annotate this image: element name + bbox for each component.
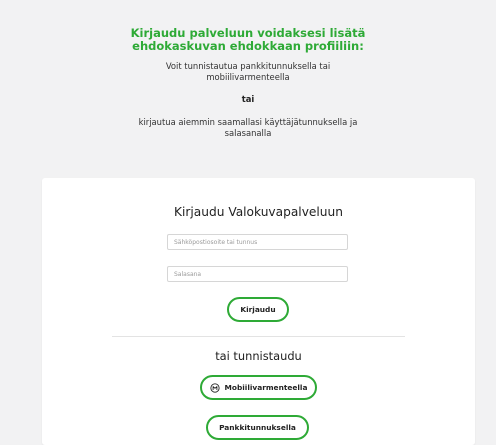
mobile-certificate-button-label: Mobiilivarmenteella: [224, 383, 308, 392]
bank-id-button-label: Pankkitunnuksella: [219, 423, 296, 432]
mobile-certificate-button[interactable]: Mobiilivarmenteella: [200, 375, 317, 400]
email-field[interactable]: [167, 234, 348, 250]
intro-auth-text: Voit tunnistautua pankkitunnuksella tai …: [165, 61, 331, 82]
intro-title: Kirjaudu palveluun voidaksesi lisätä ehd…: [130, 26, 366, 53]
intro-or-text: tai: [241, 94, 255, 104]
page-background: Kirjaudu palveluun voidaksesi lisätä ehd…: [0, 0, 496, 445]
mobile-certificate-icon: [209, 382, 220, 393]
login-card-title: Kirjaudu Valokuvapalveluun: [174, 205, 343, 219]
intro-login-text: kirjautua aiemmin saamallasi käyttäjätun…: [138, 117, 358, 138]
login-card: Kirjaudu Valokuvapalveluun Kirjaudu tai …: [42, 178, 475, 445]
bank-id-button[interactable]: Pankkitunnuksella: [206, 415, 309, 440]
intro-section: Kirjaudu palveluun voidaksesi lisätä ehd…: [0, 27, 496, 139]
password-field[interactable]: [167, 266, 348, 282]
alt-auth-title: tai tunnistaudu: [215, 349, 302, 363]
login-button[interactable]: Kirjaudu: [227, 297, 289, 322]
section-divider: [112, 336, 405, 337]
login-button-label: Kirjaudu: [240, 305, 276, 314]
